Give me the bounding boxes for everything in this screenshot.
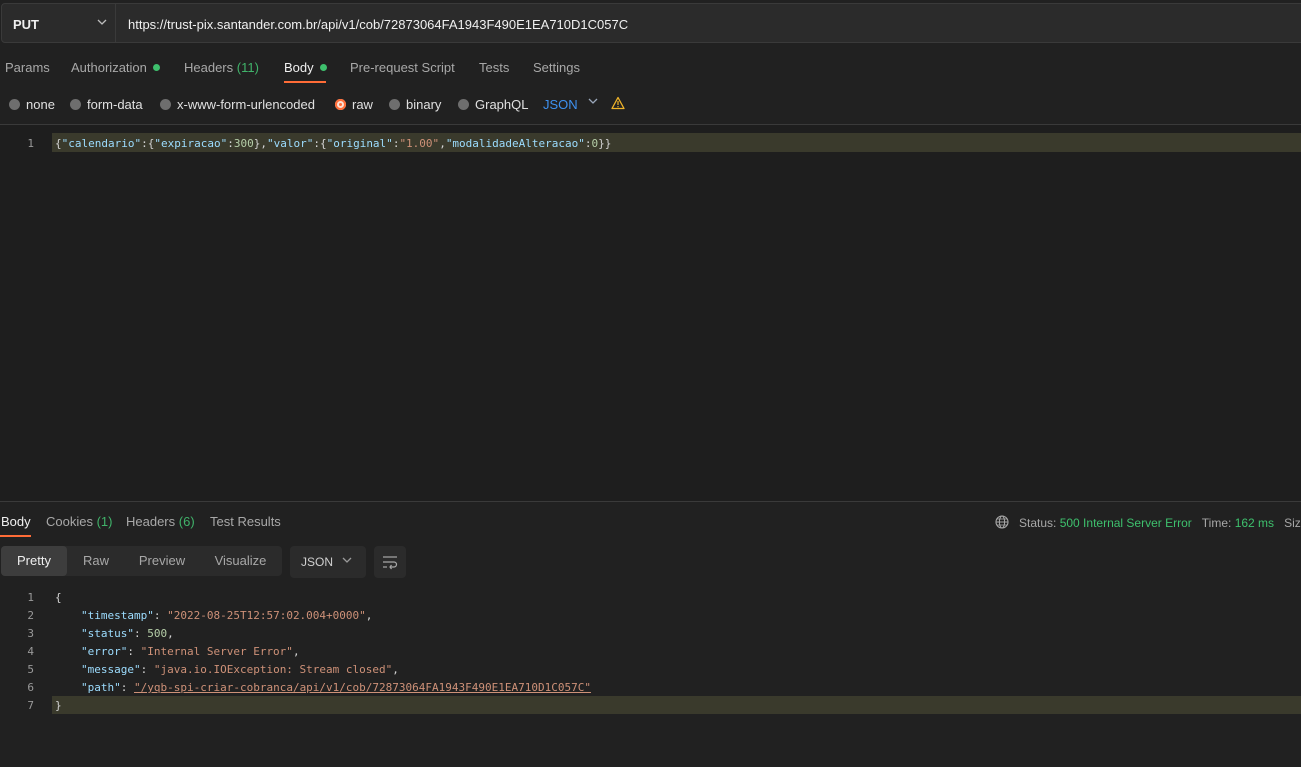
radio-circle-icon	[458, 99, 469, 110]
radio-circle-icon	[160, 99, 171, 110]
radio-binary-label: binary	[406, 97, 442, 112]
tab-tests[interactable]: Tests	[479, 60, 509, 75]
tab-body-label: Body	[284, 60, 314, 75]
radio-selected-icon	[335, 99, 346, 110]
tab-headers-count: (11)	[236, 60, 259, 75]
tab-headers[interactable]: Headers (11)	[184, 60, 259, 75]
json-line-error: "error": "Internal Server Error",	[81, 645, 300, 658]
raw-format-select[interactable]: JSON	[543, 97, 578, 112]
line-number: 1	[27, 591, 34, 604]
chevron-down-icon	[97, 15, 107, 30]
json-close-brace: }	[55, 699, 62, 712]
json-open-brace: {	[55, 591, 62, 604]
wrap-lines-button[interactable]	[374, 546, 406, 578]
radio-graphql[interactable]: GraphQL	[458, 97, 528, 112]
method-select[interactable]: PUT	[1, 3, 116, 43]
method-label: PUT	[13, 17, 39, 32]
view-visualize-button[interactable]: Visualize	[199, 546, 282, 576]
json-path-link[interactable]: "/yqb-spi-criar-cobranca/api/v1/cob/7287…	[134, 681, 591, 694]
request-body-editor[interactable]	[0, 124, 1301, 502]
view-pretty-button[interactable]: Pretty	[1, 546, 67, 576]
radio-urlencoded-label: x-www-form-urlencoded	[177, 97, 315, 112]
url-bar: PUT https://trust-pix.santander.com.br/a…	[0, 3, 1301, 45]
line-number: 3	[27, 627, 34, 640]
time-value[interactable]: 162 ms	[1235, 516, 1274, 530]
line-number: 7	[27, 699, 34, 712]
radio-raw-label: raw	[352, 97, 373, 112]
tab-authorization-label: Authorization	[71, 60, 147, 75]
active-tab-indicator	[0, 535, 31, 537]
active-tab-indicator	[284, 81, 326, 83]
response-format-label: JSON	[301, 555, 334, 569]
radio-form-data-label: form-data	[87, 97, 143, 112]
line-number: 6	[27, 681, 34, 694]
tab-prerequest-script[interactable]: Pre-request Script	[350, 60, 455, 75]
radio-form-data[interactable]: form-data	[70, 97, 143, 112]
response-view-switcher: Pretty Raw Preview Visualize	[1, 546, 282, 576]
line-number: 5	[27, 663, 34, 676]
response-tab-test-results[interactable]: Test Results	[210, 514, 281, 529]
chevron-down-icon	[342, 553, 352, 570]
radio-graphql-label: GraphQL	[475, 97, 529, 112]
warning-icon[interactable]	[611, 96, 625, 113]
json-line-message: "message": "java.io.IOException: Stream …	[81, 663, 399, 676]
tab-settings[interactable]: Settings	[533, 60, 580, 75]
time-label: Time:	[1201, 516, 1232, 530]
response-tab-body[interactable]: Body	[1, 514, 31, 529]
view-preview-button[interactable]: Preview	[125, 546, 199, 576]
current-line-highlight	[52, 696, 1301, 714]
status-label: Status:	[1019, 516, 1057, 530]
line-number: 2	[27, 609, 34, 622]
url-text: https://trust-pix.santander.com.br/api/v…	[128, 17, 629, 32]
status-value[interactable]: 500 Internal Server Error	[1060, 516, 1192, 530]
radio-none[interactable]: none	[9, 97, 55, 112]
tab-authorization[interactable]: Authorization	[71, 60, 160, 75]
radio-circle-icon	[70, 99, 81, 110]
radio-urlencoded[interactable]: x-www-form-urlencoded	[160, 97, 315, 112]
view-raw-button[interactable]: Raw	[67, 546, 125, 576]
radio-circle-icon	[389, 99, 400, 110]
url-input[interactable]: https://trust-pix.santander.com.br/api/v…	[116, 3, 1301, 43]
response-tab-headers-label: Headers	[126, 514, 176, 529]
response-tab-headers[interactable]: Headers (6)	[126, 514, 195, 529]
globe-icon[interactable]	[994, 514, 1010, 533]
tab-params[interactable]: Params	[5, 60, 50, 75]
radio-binary[interactable]: binary	[389, 97, 441, 112]
response-status-bar: Status: 500 Internal Server Error Time: …	[994, 514, 1301, 533]
radio-circle-icon	[9, 99, 20, 110]
tab-body[interactable]: Body	[284, 60, 327, 75]
response-tab-cookies[interactable]: Cookies (1)	[46, 514, 112, 529]
response-tab-cookies-label: Cookies	[46, 514, 93, 529]
tab-headers-label: Headers	[184, 60, 234, 75]
json-line-path: "path": "/yqb-spi-criar-cobranca/api/v1/…	[81, 681, 591, 694]
size-label: Siz	[1284, 516, 1301, 530]
wrap-lines-icon	[382, 554, 398, 573]
json-line-status: "status": 500,	[81, 627, 174, 640]
request-body-code[interactable]: {"calendario":{"expiracao":300},"valor":…	[55, 137, 611, 150]
response-tab-cookies-count: (1)	[96, 514, 113, 529]
line-number: 1	[27, 137, 34, 150]
radio-none-label: none	[26, 97, 55, 112]
radio-raw[interactable]: raw	[335, 97, 373, 112]
chevron-down-icon[interactable]	[588, 95, 598, 110]
response-format-select[interactable]: JSON	[290, 546, 366, 578]
status-dot-icon	[319, 64, 327, 71]
response-tab-headers-count: (6)	[178, 514, 195, 529]
status-dot-icon	[152, 64, 160, 71]
json-line-timestamp: "timestamp": "2022-08-25T12:57:02.004+00…	[81, 609, 373, 622]
line-number: 4	[27, 645, 34, 658]
